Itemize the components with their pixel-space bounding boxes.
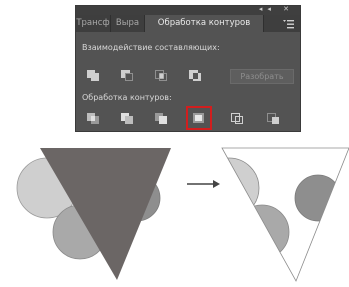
pathfinder-panel: ◂◂ ✕ Трансф Выра Обработка контуров Взаи…	[75, 5, 301, 132]
split-button[interactable]: Разобрать	[230, 69, 294, 84]
intersect-icon[interactable]	[152, 67, 170, 83]
tab-transform[interactable]: Трансф	[76, 15, 111, 32]
arrow-icon	[187, 180, 220, 188]
shape-modes-label: Взаимодействие составляющих:	[82, 43, 220, 52]
tab-bar: Трансф Выра Обработка контуров	[76, 15, 300, 32]
pathfinders-label: Обработка контуров:	[82, 93, 172, 102]
cropped-circle-mid	[234, 204, 290, 260]
outline-icon[interactable]	[228, 110, 246, 126]
window-controls[interactable]: ◂◂ ✕	[259, 5, 294, 13]
exclude-icon[interactable]	[186, 67, 204, 83]
tab-align[interactable]: Выра	[111, 15, 145, 32]
merge-icon[interactable]	[152, 110, 170, 126]
minus-back-icon[interactable]	[264, 110, 282, 126]
cropped-circle-large	[222, 157, 260, 219]
minus-front-icon[interactable]	[118, 67, 136, 83]
before-artwork	[16, 148, 171, 280]
cropped-circle-dark	[294, 174, 342, 222]
after-artwork	[221, 147, 349, 282]
panel-title-bar[interactable]: ◂◂ ✕	[76, 5, 300, 15]
crop-icon[interactable]	[186, 106, 212, 130]
tab-pathfinder[interactable]: Обработка контуров	[145, 15, 264, 32]
unite-icon[interactable]	[84, 67, 102, 83]
divide-icon[interactable]	[84, 110, 102, 126]
trim-icon[interactable]	[118, 110, 136, 126]
menu-lines-icon[interactable]	[283, 19, 295, 29]
crop-illustration	[16, 147, 349, 282]
